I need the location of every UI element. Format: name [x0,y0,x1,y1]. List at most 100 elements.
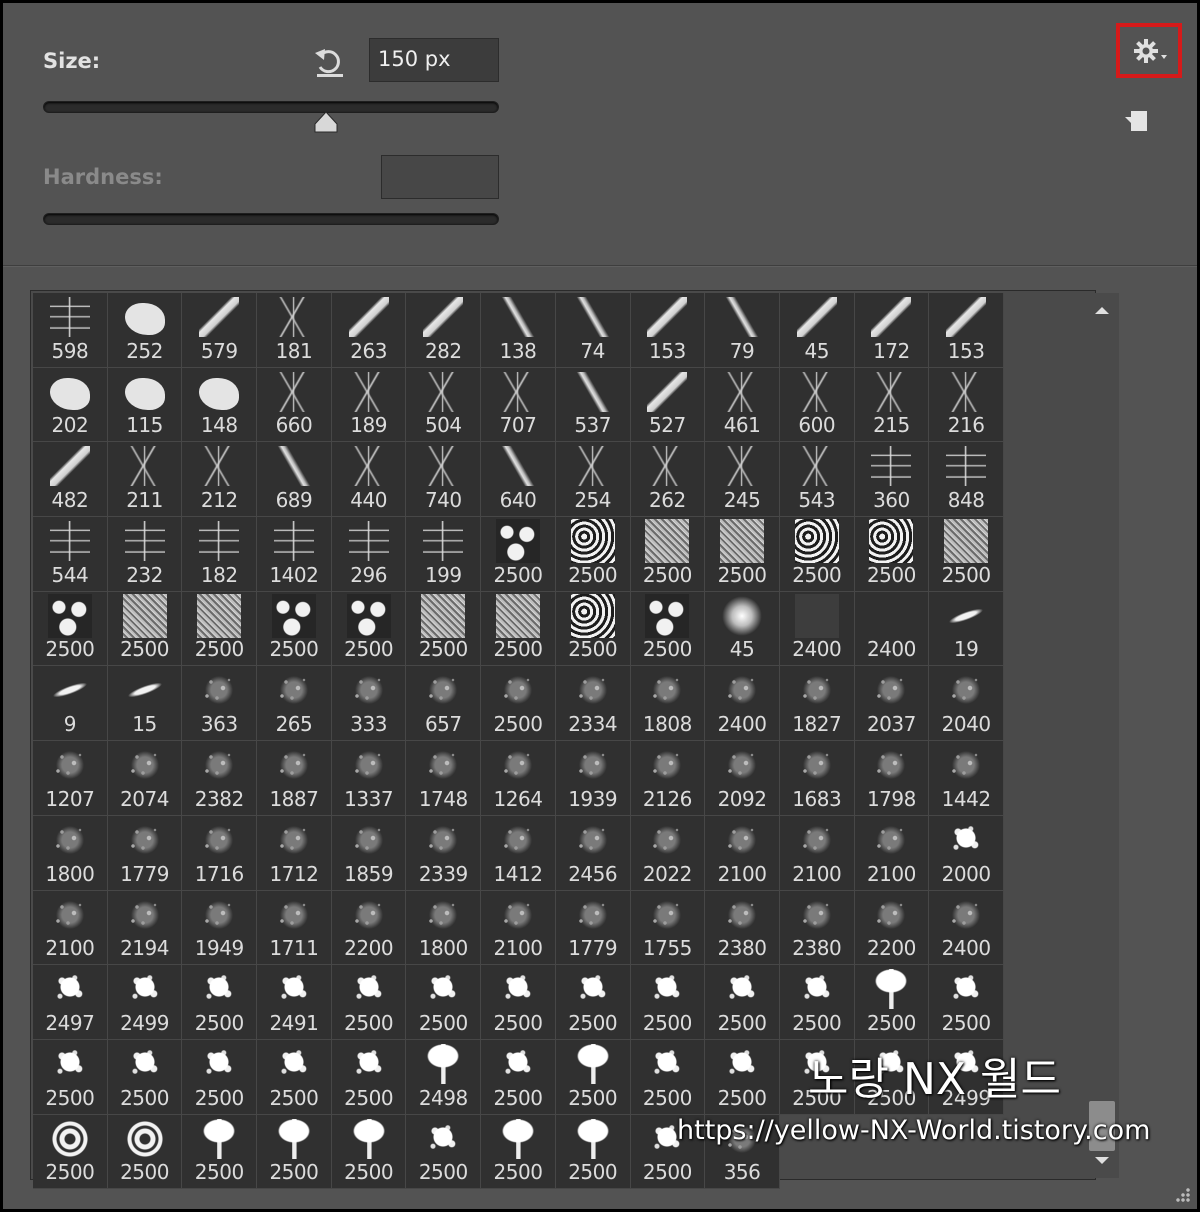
brush-preset-cell[interactable]: 199 [406,517,482,592]
brush-preset-cell[interactable]: 2500 [33,1114,108,1190]
brush-preset-cell[interactable]: 19 [929,591,1004,667]
brush-preset-cell[interactable]: 660 [257,367,332,443]
brush-preset-cell[interactable]: 482 [33,442,108,518]
brush-preset-cell[interactable]: 2500 [331,591,407,667]
brush-preset-cell[interactable]: 2500 [630,1039,706,1115]
brush-preset-cell[interactable]: 138 [481,293,556,368]
brush-preset-cell[interactable]: 2339 [406,815,482,891]
settings-gear-button[interactable] [1116,23,1182,78]
brush-preset-cell[interactable]: 1748 [406,741,482,816]
brush-preset-cell[interactable]: 2500 [33,591,108,667]
brush-preset-cell[interactable]: 2500 [257,1114,332,1190]
brush-preset-cell[interactable]: 182 [182,517,258,592]
brush-preset-cell[interactable]: 215 [854,367,930,443]
brush-preset-cell[interactable]: 282 [406,293,482,368]
brush-preset-cell[interactable]: 1755 [630,890,706,966]
brush-preset-cell[interactable]: 2100 [705,815,780,891]
brush-preset-cell[interactable]: 2500 [33,1039,108,1115]
brush-preset-cell[interactable]: 2200 [854,890,930,966]
brush-preset-cell[interactable]: 1800 [406,890,482,966]
brush-preset-cell[interactable]: 2500 [182,965,258,1040]
brush-preset-cell[interactable]: 1683 [779,741,855,816]
brush-preset-cell[interactable]: 2500 [630,517,706,592]
brush-preset-cell[interactable]: 1442 [929,741,1004,816]
new-preset-icon[interactable] [1123,107,1151,135]
brush-preset-cell[interactable]: 537 [555,367,631,443]
brush-preset-cell[interactable]: 263 [331,293,407,368]
brush-preset-cell[interactable]: 1949 [182,890,258,966]
brush-preset-cell[interactable]: 2000 [929,815,1004,891]
brush-preset-cell[interactable]: 1939 [555,741,631,816]
brush-preset-cell[interactable]: 2100 [33,890,108,966]
brush-preset-cell[interactable]: 172 [854,293,930,368]
down-arrow-icon[interactable] [1095,1157,1109,1164]
brush-preset-cell[interactable]: 189 [331,367,407,443]
brush-preset-cell[interactable]: 2380 [705,890,780,966]
brush-preset-cell[interactable]: 1264 [481,741,556,816]
brush-preset-cell[interactable]: 2500 [257,1039,332,1115]
brush-preset-cell[interactable]: 79 [705,293,780,368]
brush-preset-cell[interactable]: 543 [779,442,855,518]
brush-preset-cell[interactable]: 2500 [929,965,1004,1040]
brush-preset-cell[interactable]: 2500 [481,517,556,592]
brush-preset-cell[interactable]: 2500 [107,1114,183,1190]
brush-preset-cell[interactable]: 2500 [331,965,407,1040]
brush-preset-cell[interactable]: 2498 [406,1039,482,1115]
brush-preset-cell[interactable]: 202 [33,367,108,443]
brush-preset-cell[interactable]: 1859 [331,815,407,891]
brush-preset-cell[interactable]: 2500 [481,965,556,1040]
brush-preset-cell[interactable]: 600 [779,367,855,443]
brush-preset-cell[interactable]: 598 [33,293,108,368]
brush-preset-cell[interactable]: 333 [331,666,407,742]
brush-preset-cell[interactable]: 2500 [406,1114,482,1190]
size-input[interactable]: 150 px [369,38,499,82]
brush-preset-cell[interactable]: 2500 [555,517,631,592]
brush-preset-cell[interactable]: 2500 [107,591,183,667]
brush-preset-cell[interactable]: 2500 [779,517,855,592]
brush-preset-cell[interactable]: 296 [331,517,407,592]
brush-preset-cell[interactable]: 2500 [257,591,332,667]
brush-preset-cell[interactable]: 1337 [331,741,407,816]
brush-preset-cell[interactable]: 2100 [779,815,855,891]
size-slider-track[interactable] [43,101,499,113]
brush-preset-cell[interactable]: 1800 [33,815,108,891]
brush-preset-cell[interactable]: 2500 [182,591,258,667]
brush-preset-cell[interactable]: 1779 [555,890,631,966]
brush-preset-cell[interactable]: 2500 [406,591,482,667]
brush-preset-cell[interactable]: 2500 [779,965,855,1040]
brush-preset-cell[interactable]: 848 [929,442,1004,518]
brush-preset-cell[interactable]: 363 [182,666,258,742]
brush-preset-cell[interactable]: 2400 [779,591,855,667]
brush-preset-cell[interactable]: 689 [257,442,332,518]
brush-preset-cell[interactable]: 252 [107,293,183,368]
brush-preset-cell[interactable]: 640 [481,442,556,518]
brush-preset-cell[interactable]: 2500 [555,965,631,1040]
brush-preset-cell[interactable]: 2500 [705,517,780,592]
brush-preset-cell[interactable]: 2500 [705,1039,780,1115]
brush-preset-cell[interactable]: 360 [854,442,930,518]
brush-preset-cell[interactable]: 2500 [555,591,631,667]
brush-preset-cell[interactable]: 153 [929,293,1004,368]
brush-preset-cell[interactable]: 2500 [406,965,482,1040]
brush-preset-cell[interactable]: 2200 [331,890,407,966]
brush-preset-cell[interactable]: 9 [33,666,108,742]
brush-preset-cell[interactable]: 2500 [630,591,706,667]
brush-preset-cell[interactable]: 1808 [630,666,706,742]
size-slider-thumb[interactable] [313,111,339,133]
brush-preset-cell[interactable]: 504 [406,367,482,443]
brush-preset-cell[interactable]: 2500 [481,1039,556,1115]
brush-preset-cell[interactable]: 2500 [481,666,556,742]
brush-preset-cell[interactable]: 2500 [630,965,706,1040]
brush-preset-cell[interactable]: 2092 [705,741,780,816]
brush-preset-cell[interactable]: 2500 [854,965,930,1040]
brush-preset-cell[interactable]: 1711 [257,890,332,966]
brush-preset-cell[interactable]: 2500 [705,965,780,1040]
brush-preset-cell[interactable]: 2100 [854,815,930,891]
brush-preset-cell[interactable]: 2400 [705,666,780,742]
brush-preset-cell[interactable]: 265 [257,666,332,742]
brush-preset-cell[interactable]: 45 [705,591,780,667]
resize-grip-icon[interactable] [1175,1187,1191,1203]
brush-preset-cell[interactable]: 211 [107,442,183,518]
brush-preset-cell[interactable]: 527 [630,367,706,443]
reset-icon[interactable] [311,43,349,81]
